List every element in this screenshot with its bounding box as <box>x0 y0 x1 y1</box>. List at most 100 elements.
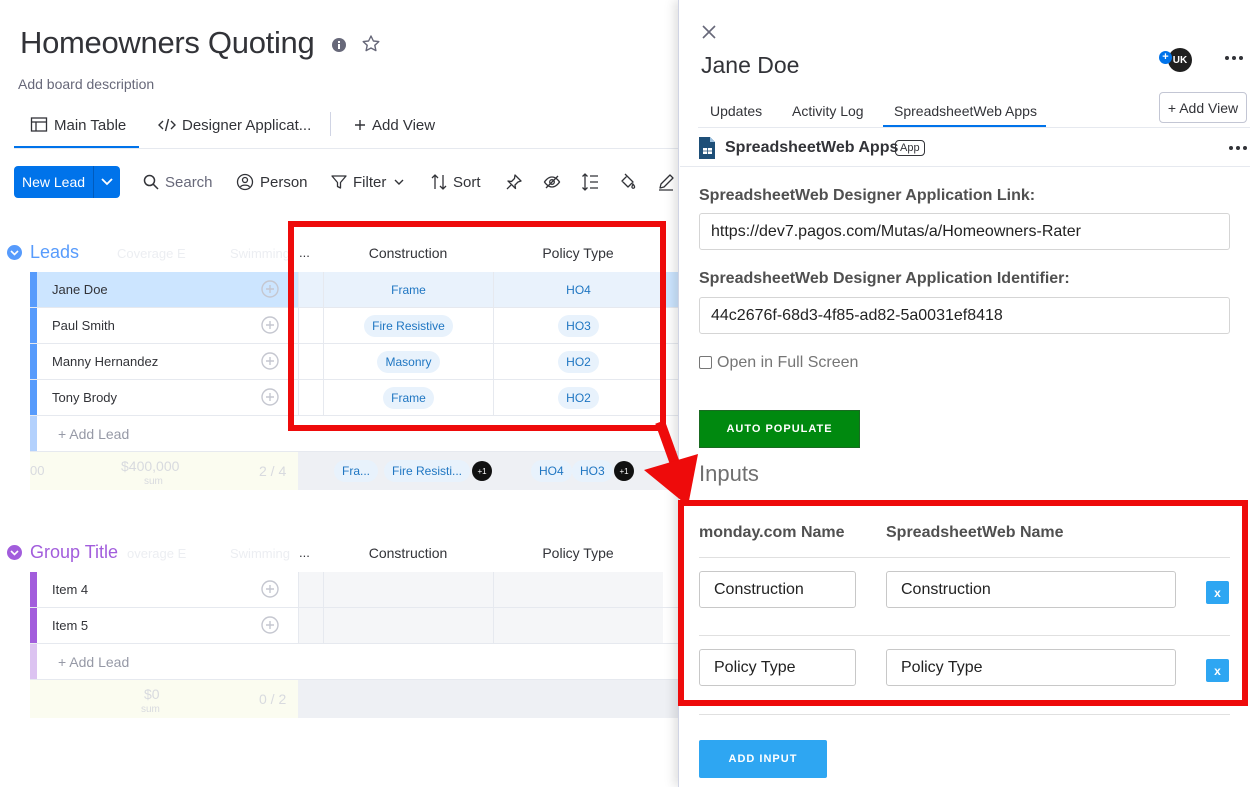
cell[interactable] <box>298 572 323 607</box>
document-icon <box>697 136 717 160</box>
item-name[interactable]: Jane Doe <box>52 282 108 297</box>
construction-cell[interactable] <box>323 608 493 643</box>
tabs-divider <box>698 127 1250 128</box>
item-name[interactable]: Manny Hernandez <box>52 354 158 369</box>
row-color-bar <box>30 380 37 415</box>
row-color-bar <box>30 572 37 607</box>
summary-sum: $400,000 <box>121 458 180 474</box>
summary-value: 00 <box>30 463 45 478</box>
tab-main-table[interactable]: Main Table <box>30 110 126 140</box>
plus-icon <box>354 119 366 131</box>
paint-bucket-icon[interactable] <box>619 173 637 191</box>
tab-main-table-label: Main Table <box>54 116 127 134</box>
new-lead-button[interactable]: New Lead <box>14 166 120 198</box>
board-description[interactable]: Add board description <box>18 76 154 92</box>
group-header-group-title[interactable]: Group Title <box>7 542 118 563</box>
policy-type-cell[interactable] <box>493 572 663 607</box>
table-row[interactable]: Item 4 <box>30 572 678 608</box>
add-update-icon[interactable] <box>260 387 280 407</box>
column-header-coverage-e: overage E <box>127 546 187 561</box>
identifier-label: SpreadsheetWeb Designer Application Iden… <box>699 270 1070 287</box>
add-item-row[interactable]: + Add Lead <box>30 644 678 680</box>
pin-icon[interactable] <box>505 173 523 191</box>
auto-populate-button[interactable]: AUTO POPULATE <box>699 410 860 448</box>
add-view-label: Add View <box>372 116 436 134</box>
search-icon <box>143 174 159 190</box>
tab-designer-label: Designer Applicat... <box>182 116 312 134</box>
add-update-icon[interactable] <box>260 351 280 371</box>
add-input-button[interactable]: ADD INPUT <box>699 740 827 778</box>
tab-designer-application[interactable]: Designer Applicat... <box>158 110 311 140</box>
group-title[interactable]: Leads <box>30 242 79 263</box>
summary-row <box>30 680 298 718</box>
tab-activity-log[interactable]: Activity Log <box>792 103 864 119</box>
filter-icon <box>331 174 347 190</box>
more-count-badge[interactable]: +1 <box>472 461 492 481</box>
filter-button[interactable]: Filter <box>331 172 406 192</box>
add-update-icon[interactable] <box>260 315 280 335</box>
add-update-icon[interactable] <box>260 579 280 599</box>
policy-type-cell[interactable] <box>493 608 663 643</box>
group-title[interactable]: Group Title <box>30 542 118 563</box>
column-header-swimming: Swimming <box>230 246 290 261</box>
cell[interactable] <box>298 608 323 643</box>
chevron-down-icon[interactable] <box>392 175 406 189</box>
row-color-bar <box>30 272 37 307</box>
add-view-button[interactable]: + Add View <box>1159 92 1247 123</box>
app-badge: App <box>895 140 925 156</box>
full-screen-label[interactable]: Open in Full Screen <box>717 354 858 372</box>
add-subscriber-badge[interactable]: + <box>1159 51 1172 64</box>
link-label: SpreadsheetWeb Designer Application Link… <box>699 187 1036 204</box>
column-header-construction[interactable]: Construction <box>323 545 493 561</box>
sort-button[interactable]: Sort <box>431 172 481 192</box>
chevron-down-icon[interactable] <box>94 178 120 186</box>
highlight-box-inputs <box>678 500 1248 706</box>
info-icon[interactable] <box>331 37 347 53</box>
tab-divider <box>330 112 331 136</box>
construction-cell[interactable] <box>323 572 493 607</box>
tab-spreadsheetweb-apps[interactable]: SpreadsheetWeb Apps <box>894 103 1037 119</box>
code-icon <box>158 118 176 132</box>
summary-pill: Fire Resisti... <box>384 460 471 482</box>
column-header-ellipsis: ... <box>299 545 310 560</box>
avatar[interactable]: UK <box>1168 48 1192 72</box>
more-icon[interactable] <box>1223 48 1245 68</box>
add-view-button[interactable]: Add View <box>354 110 435 140</box>
person-filter-button[interactable]: Person <box>236 172 308 192</box>
application-link-input[interactable]: https://dev7.pagos.com/Mutas/a/Homeowner… <box>699 213 1230 250</box>
collapse-icon[interactable] <box>7 245 22 260</box>
collapse-icon[interactable] <box>7 545 22 560</box>
search-label: Search <box>165 173 213 191</box>
row-color-bar <box>30 416 37 451</box>
tab-updates[interactable]: Updates <box>710 103 762 119</box>
arrow-annotation <box>644 420 698 506</box>
table-row[interactable]: Item 5 <box>30 608 678 644</box>
row-height-icon[interactable] <box>581 173 599 191</box>
item-title[interactable]: Jane Doe <box>701 52 799 79</box>
full-screen-checkbox[interactable] <box>699 356 712 369</box>
more-icon[interactable] <box>1227 140 1249 156</box>
item-name[interactable]: Paul Smith <box>52 318 115 333</box>
star-icon[interactable] <box>361 34 381 54</box>
item-name[interactable]: Tony Brody <box>52 390 117 405</box>
new-lead-label: New Lead <box>22 174 86 190</box>
hide-icon[interactable] <box>543 173 561 191</box>
add-lead-input[interactable]: + Add Lead <box>58 426 129 442</box>
add-lead-input[interactable]: + Add Lead <box>58 654 129 670</box>
search-button[interactable]: Search <box>143 172 213 192</box>
table-icon <box>30 116 48 134</box>
close-icon[interactable] <box>700 23 718 41</box>
sort-icon <box>431 174 447 190</box>
add-update-icon[interactable] <box>260 279 280 299</box>
group-header-leads[interactable]: Leads <box>7 242 79 263</box>
column-header-swimming: Swimming <box>230 546 290 561</box>
application-identifier-input[interactable]: 44c2676f-68d3-4f85-ad82-5a0031ef8418 <box>699 297 1230 334</box>
item-name[interactable]: Item 4 <box>52 582 88 597</box>
pencil-icon[interactable] <box>657 173 675 191</box>
summary-count: 2 / 4 <box>259 463 287 479</box>
column-header-policy-type[interactable]: Policy Type <box>493 545 663 561</box>
summary-count: 0 / 2 <box>259 691 287 707</box>
add-update-icon[interactable] <box>260 615 280 635</box>
summary-pill: HO4 <box>531 460 572 482</box>
item-name[interactable]: Item 5 <box>52 618 88 633</box>
